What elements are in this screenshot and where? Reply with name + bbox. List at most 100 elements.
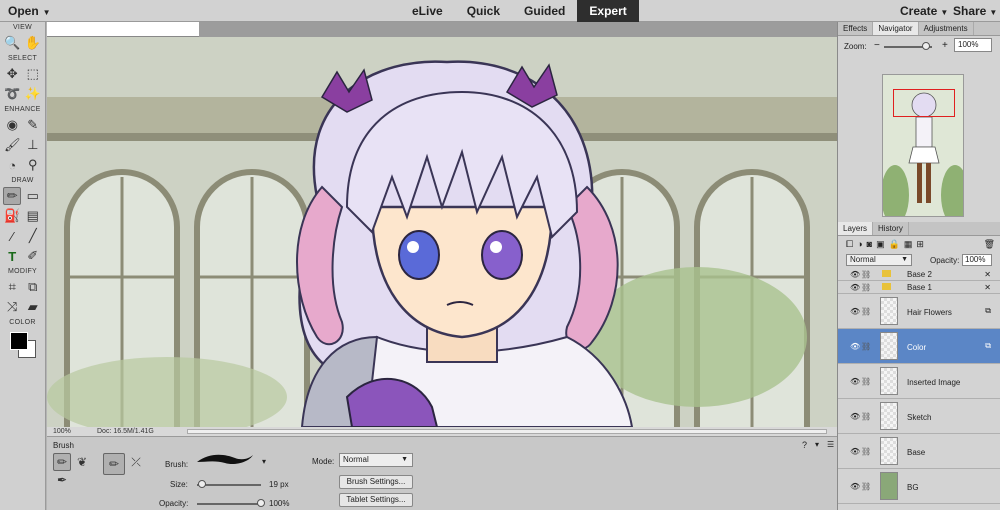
horizontal-scrollbar[interactable] <box>187 429 827 434</box>
sponge-tool-icon[interactable]: ⚲ <box>24 156 42 174</box>
zoom-field[interactable]: 100% <box>954 38 992 52</box>
zoom-slider-knob[interactable] <box>922 42 930 50</box>
tab-guided[interactable]: Guided <box>512 0 577 22</box>
layer-thumbnail <box>880 437 898 465</box>
size-slider-knob[interactable] <box>198 480 206 488</box>
size-slider[interactable] <box>197 484 261 486</box>
open-button[interactable]: Open ▼ <box>8 4 51 18</box>
gradient-tool-icon[interactable]: ▤ <box>24 207 42 225</box>
link-icon[interactable]: ⛓ <box>861 270 871 279</box>
eraser-tool-icon[interactable]: ▭ <box>24 187 42 205</box>
brush-mode-icon[interactable]: ✏ <box>53 453 71 471</box>
airbrush-icon[interactable]: ✏ <box>103 453 125 475</box>
layer-row[interactable]: 👁 ⛓ Inserted Image <box>838 364 1000 399</box>
link-icon[interactable]: ⛓ <box>861 283 871 292</box>
eye-hidden-icon[interactable]: 👁 <box>850 412 860 421</box>
link-icon[interactable]: ⛓ <box>861 412 871 421</box>
layer-row-selected[interactable]: 👁 ⛓ Color ⧉ <box>838 329 1000 364</box>
panel-menu-icon[interactable]: ☰ <box>827 440 834 449</box>
help-icon[interactable]: ? <box>802 440 807 450</box>
document-tab[interactable] <box>47 22 199 37</box>
straighten-tool-icon[interactable]: ▰ <box>24 298 42 316</box>
layer-row[interactable]: 👁 ⛓ Sketch <box>838 399 1000 434</box>
smart-brush-tool-icon[interactable]: 🖌 <box>3 136 21 154</box>
lasso-tool-icon[interactable]: ➰ <box>3 85 21 103</box>
chevron-down-icon[interactable]: ▾ <box>815 440 819 449</box>
red-eye-tool-icon[interactable]: ◉ <box>3 116 21 134</box>
tab-navigator[interactable]: Navigator <box>873 22 919 35</box>
blend-mode-select[interactable]: Normal ▼ <box>846 254 912 266</box>
link-icon[interactable]: ⛓ <box>861 307 871 316</box>
layer-row[interactable]: 👁 ⛓ BG <box>838 469 1000 504</box>
link-icon[interactable]: ⛓ <box>861 342 871 351</box>
navigator-zoom: Zoom: − + 100% <box>838 38 1000 54</box>
navigator-preview[interactable] <box>882 74 964 217</box>
eye-hidden-icon[interactable]: 👁 <box>850 270 860 279</box>
layer-row[interactable]: 👁 ⛓ Hair Flowers ⧉ <box>838 294 1000 329</box>
lock-all-icon[interactable]: ▦ <box>904 239 913 250</box>
chevron-down-icon[interactable]: ▾ <box>262 457 266 466</box>
crop-tool-icon[interactable]: ⌗ <box>3 278 21 296</box>
mode-select[interactable]: Normal ▼ <box>339 453 413 467</box>
move-tool-icon[interactable]: ✥ <box>3 65 21 83</box>
link-icon[interactable]: ⛓ <box>861 482 871 491</box>
line-tool-icon[interactable]: ╱ <box>24 227 42 245</box>
eye-icon[interactable]: 👁 <box>850 307 860 316</box>
pencil-tool-icon[interactable]: ✐ <box>24 247 42 265</box>
link-icon[interactable]: ⛓ <box>861 377 871 386</box>
link-icon[interactable]: ⊞ <box>916 239 924 250</box>
link-icon[interactable]: ⛓ <box>861 447 871 456</box>
layer-row[interactable]: 👁 ⛓ Base <box>838 434 1000 469</box>
new-layer-icon[interactable]: ⧠ <box>846 239 853 250</box>
hand-tool-icon[interactable]: ✋ <box>24 34 42 52</box>
content-aware-move-tool-icon[interactable]: ⤨ <box>3 298 21 316</box>
tablet-settings-button[interactable]: Tablet Settings... <box>339 493 413 507</box>
paint-bucket-tool-icon[interactable]: ⛽ <box>3 207 21 225</box>
tab-history[interactable]: History <box>873 222 909 235</box>
eraser-mode-icon[interactable]: ⤫ <box>127 453 145 471</box>
eye-hidden-icon[interactable]: 👁 <box>850 377 860 386</box>
foreground-color-swatch[interactable] <box>10 332 28 350</box>
mask-icon[interactable]: ◙ <box>867 239 872 249</box>
magic-wand-tool-icon[interactable]: ✨ <box>24 85 42 103</box>
adjustment-layer-icon[interactable]: ◑ <box>857 239 862 249</box>
eyedropper-tool-icon[interactable]: ⁄ <box>3 227 21 245</box>
trash-icon[interactable]: 🗑 <box>984 239 995 250</box>
layer-row[interactable]: 👁 ⛓ Base 2 ✕ <box>838 268 1000 281</box>
tab-elive[interactable]: eLive <box>400 0 455 22</box>
opacity-slider-knob[interactable] <box>257 499 265 507</box>
lock-icon[interactable]: 🔒 <box>889 239 900 250</box>
recompose-tool-icon[interactable]: ⧉ <box>24 278 42 296</box>
group-icon[interactable]: ▣ <box>876 239 885 250</box>
tab-adjustments[interactable]: Adjustments <box>919 22 974 35</box>
eye-icon[interactable]: 👁 <box>850 482 860 491</box>
type-tool-icon[interactable]: T <box>3 247 21 265</box>
create-button[interactable]: Create ▼ <box>900 4 948 18</box>
spot-healing-tool-icon[interactable]: ✎ <box>24 116 42 134</box>
brush-tool-icon[interactable]: ✏ <box>3 187 22 205</box>
layer-row[interactable]: 👁 ⛓ Base 1 ✕ <box>838 281 1000 294</box>
share-button[interactable]: Share ▼ <box>953 4 997 18</box>
clone-stamp-tool-icon[interactable]: ⊥ <box>24 136 42 154</box>
eye-icon[interactable]: 👁 <box>850 342 860 351</box>
tab-expert[interactable]: Expert <box>577 0 639 22</box>
brush-preset-preview[interactable] <box>195 452 255 466</box>
color-replacement-icon[interactable]: ✒ <box>53 471 71 489</box>
eye-icon[interactable]: 👁 <box>850 283 860 292</box>
tab-quick[interactable]: Quick <box>455 0 512 22</box>
blur-tool-icon[interactable]: ◔ <box>3 156 21 174</box>
zoom-out-icon[interactable]: − <box>874 40 880 51</box>
marquee-tool-icon[interactable]: ⬚ <box>24 65 42 83</box>
brush-settings-button[interactable]: Brush Settings... <box>339 475 413 489</box>
tab-effects[interactable]: Effects <box>838 22 874 35</box>
navigator-view-rect[interactable] <box>893 89 955 117</box>
impressionist-brush-icon[interactable]: ❦ <box>73 453 91 471</box>
zoom-tool-icon[interactable]: 🔍 <box>3 34 21 52</box>
layer-opacity-field[interactable]: 100% <box>962 254 992 266</box>
artwork-canvas[interactable] <box>47 37 837 427</box>
tab-layers[interactable]: Layers <box>838 222 874 235</box>
opacity-slider[interactable] <box>197 503 261 505</box>
zoom-in-icon[interactable]: + <box>942 40 948 51</box>
eye-hidden-icon[interactable]: 👁 <box>850 447 860 456</box>
doc-size-readout: Doc: 16.5M/1.41G <box>97 428 154 435</box>
